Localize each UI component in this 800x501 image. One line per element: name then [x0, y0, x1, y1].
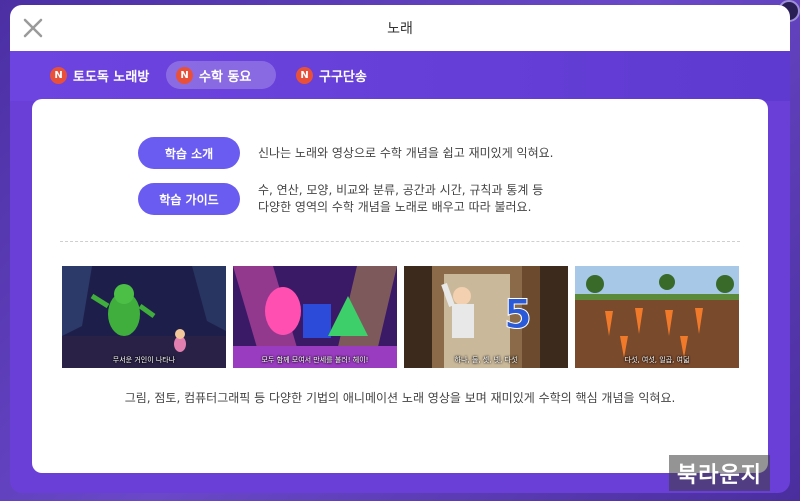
intro-row: 학습 소개 신나는 노래와 영상으로 수학 개념을 쉽고 재미있게 익혀요.: [138, 137, 553, 169]
modal-title: 노래: [387, 21, 413, 37]
guide-text-line-2: 다양한 영역의 수학 개념을 노래로 배우고 따라 불러요.: [258, 200, 532, 214]
new-badge-icon: N: [296, 66, 313, 84]
dashed-divider: [60, 241, 740, 242]
video-thumbnail-carrots[interactable]: 다섯, 여섯, 일곱, 여덟: [575, 266, 739, 368]
video-thumbnail-giant[interactable]: 무서운 거인이 나타나: [62, 266, 226, 368]
video-thumbnails: 무서운 거인이 나타나 모두 함께 모여서 만세를 불러! 헤이! 5 하나, …: [62, 266, 740, 370]
tab-times-table-song[interactable]: N 구구단송: [286, 61, 377, 89]
tab-bar: N 토도독 노래방 N 수학 동요 N 구구단송: [10, 51, 790, 101]
new-badge-icon: N: [50, 66, 67, 84]
guide-text: 수, 연산, 모양, 비교와 분류, 공간과 시간, 규칙과 통계 등 다양한 …: [258, 182, 543, 216]
intro-text: 신나는 노래와 영상으로 수학 개념을 쉽고 재미있게 익혀요.: [258, 145, 554, 160]
guide-text-line-1: 수, 연산, 모양, 비교와 분류, 공간과 시간, 규칙과 통계 등: [258, 183, 544, 197]
learning-intro-button[interactable]: 학습 소개: [138, 137, 240, 169]
thumbnail-subtitle: 모두 함께 모여서 만세를 불러! 헤이!: [261, 356, 369, 364]
thumbnail-subtitle: 다섯, 여섯, 일곱, 여덟: [624, 356, 690, 364]
video-thumbnail-counting[interactable]: 5 하나, 둘, 셋, 넷, 다섯: [404, 266, 568, 368]
tab-label: 토도독 노래방: [73, 69, 150, 85]
content-panel: 학습 소개 신나는 노래와 영상으로 수학 개념을 쉽고 재미있게 익혀요. 학…: [32, 99, 768, 473]
tab-label: 수학 동요: [199, 69, 252, 85]
tab-math-songs[interactable]: N 수학 동요: [166, 61, 276, 89]
tab-label: 구구단송: [319, 69, 367, 85]
new-badge-icon: N: [176, 66, 193, 84]
number-five-overlay: 5: [504, 292, 533, 339]
description-caption: 그림, 점토, 컴퓨터그래픽 등 다양한 기법의 애니메이션 노래 영상을 보며…: [124, 391, 676, 405]
watermark: 북라운지: [669, 455, 770, 491]
tab-todok-karaoke[interactable]: N 토도독 노래방: [40, 61, 159, 89]
guide-row: 학습 가이드 수, 연산, 모양, 비교와 분류, 공간과 시간, 규칙과 통계…: [138, 182, 543, 216]
learning-guide-button[interactable]: 학습 가이드: [138, 183, 240, 215]
close-icon[interactable]: [22, 17, 44, 39]
modal-header: 노래: [10, 5, 790, 51]
thumbnail-subtitle: 하나, 둘, 셋, 넷, 다섯: [454, 356, 518, 364]
video-thumbnail-shapes[interactable]: 모두 함께 모여서 만세를 불러! 헤이!: [233, 266, 397, 368]
thumbnail-subtitle: 무서운 거인이 나타나: [112, 356, 176, 364]
song-modal: 노래 N 토도독 노래방 N 수학 동요 N 구구단송 학습 소개 신나는 노래…: [10, 5, 790, 493]
